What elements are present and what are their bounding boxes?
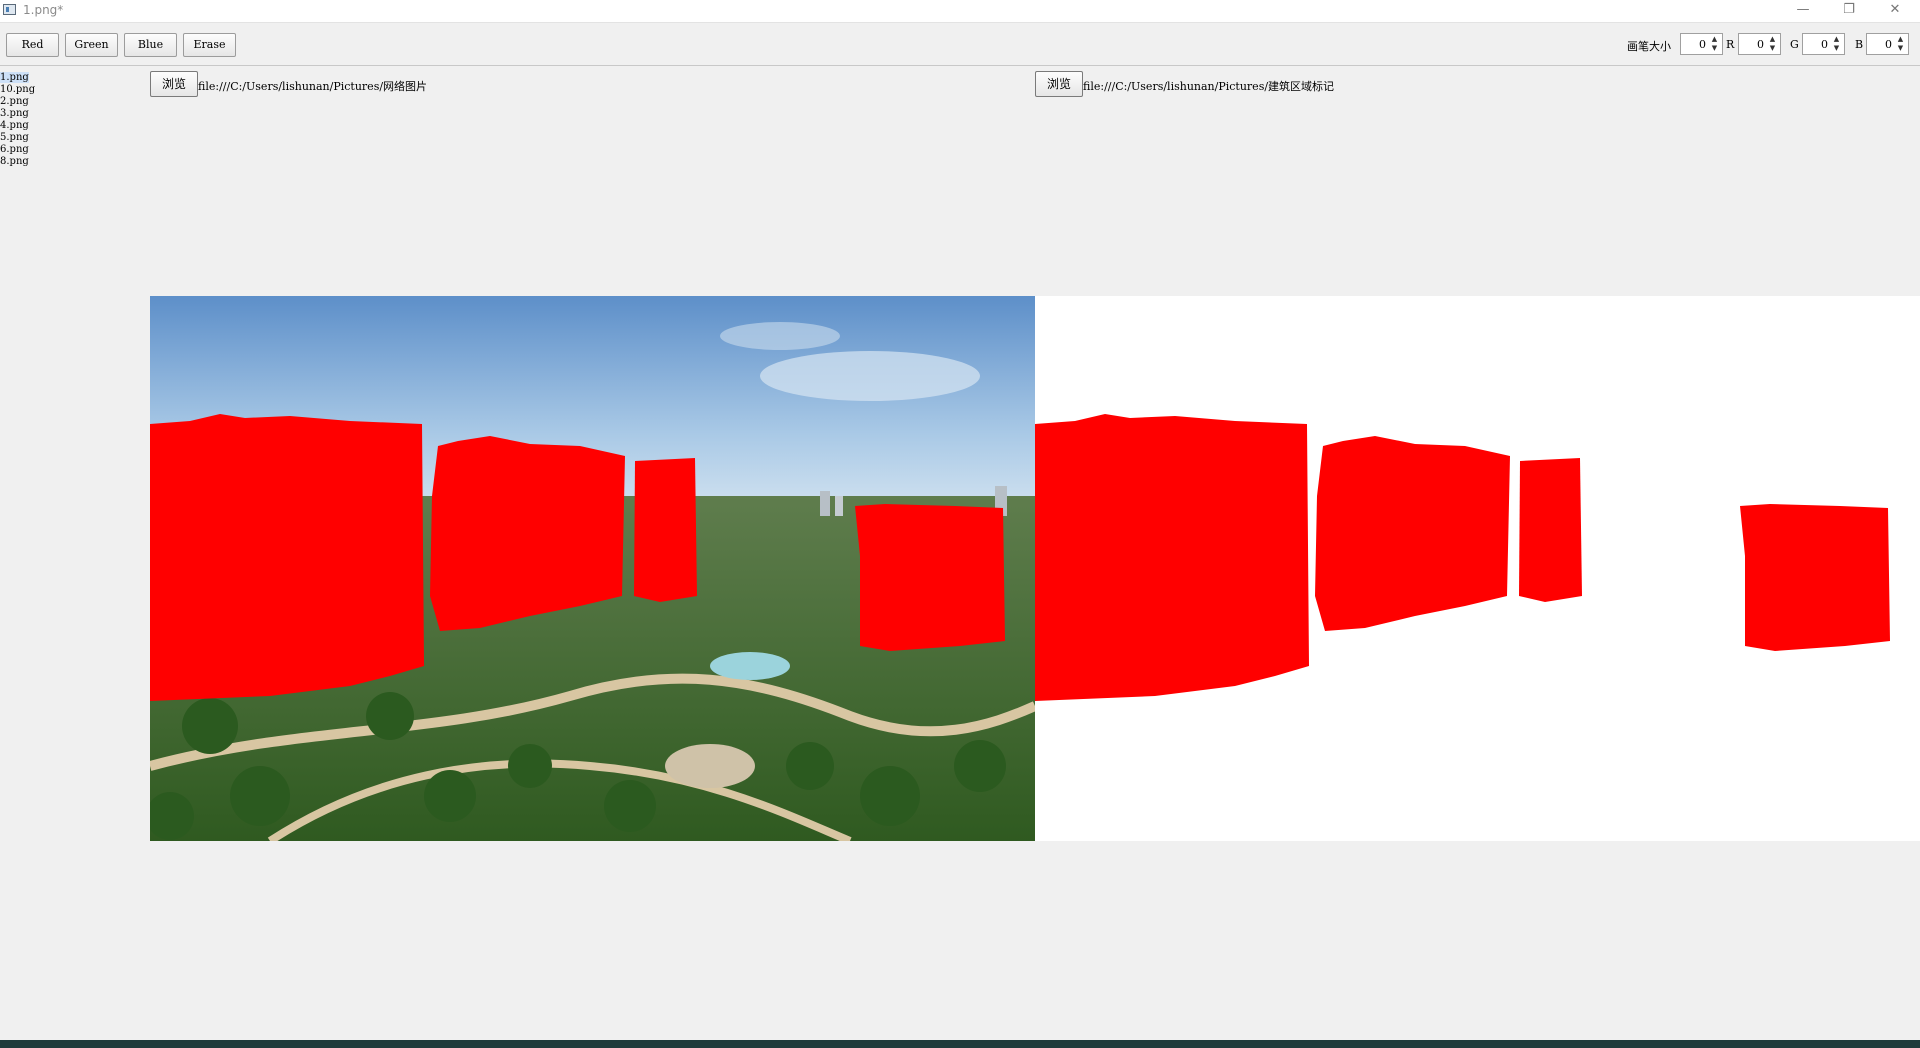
spin-arrows-icon[interactable]: ▲ ▼ <box>1895 35 1906 53</box>
list-item[interactable]: 8.png <box>0 156 140 168</box>
r-spinbox[interactable]: 0 ▲ ▼ <box>1738 33 1781 55</box>
list-item[interactable]: 5.png <box>0 132 140 144</box>
r-label: R <box>1726 38 1735 51</box>
distant-building <box>835 496 843 516</box>
browse-button-right[interactable]: 浏览 <box>1035 71 1083 97</box>
r-value: 0 <box>1757 38 1764 51</box>
plaza <box>665 744 755 788</box>
taskbar <box>0 1040 1920 1048</box>
cloud <box>720 322 840 350</box>
cloud <box>760 351 980 401</box>
b-value: 0 <box>1885 38 1892 51</box>
list-item[interactable]: 4.png <box>0 120 140 132</box>
right-path-label: file:///C:/Users/lishunan/Pictures/建筑区域标… <box>1083 80 1335 93</box>
spin-arrows-icon[interactable]: ▲ ▼ <box>1767 35 1778 53</box>
blue-button[interactable]: Blue <box>124 33 177 57</box>
left-path-label: file:///C:/Users/lishunan/Pictures/网络图片 <box>198 80 428 93</box>
b-label: B <box>1855 38 1864 51</box>
pond <box>710 652 790 680</box>
close-button[interactable]: ✕ <box>1872 0 1918 22</box>
green-button[interactable]: Green <box>65 33 118 57</box>
brush-size-spinbox[interactable]: 0 ▲ ▼ <box>1680 33 1723 55</box>
toolbar: Red Green Blue Erase 画笔大小 0 ▲ ▼ R 0 ▲ ▼ G … <box>0 23 1920 66</box>
source-image-canvas <box>150 296 1035 841</box>
building-mask <box>1035 414 1890 701</box>
source-image[interactable] <box>150 296 1035 841</box>
spin-arrows-icon[interactable]: ▲ ▼ <box>1709 35 1720 53</box>
app-icon <box>3 4 16 15</box>
g-spinbox[interactable]: 0 ▲ ▼ <box>1802 33 1845 55</box>
distant-building <box>820 491 830 516</box>
red-button[interactable]: Red <box>6 33 59 57</box>
mask-image-canvas <box>1035 414 1890 701</box>
title-bar: 1.png* — ❐ ✕ <box>0 0 1920 23</box>
restore-button[interactable]: ❐ <box>1826 0 1872 22</box>
brush-size-label: 画笔大小 <box>1627 40 1671 53</box>
list-item[interactable]: 3.png <box>0 108 140 120</box>
spin-arrows-icon[interactable]: ▲ ▼ <box>1831 35 1842 53</box>
g-value: 0 <box>1821 38 1828 51</box>
b-spinbox[interactable]: 0 ▲ ▼ <box>1866 33 1909 55</box>
mask-image[interactable] <box>1035 296 1920 841</box>
window-title: 1.png* <box>23 3 64 17</box>
list-item[interactable]: 2.png <box>0 96 140 108</box>
erase-button[interactable]: Erase <box>183 33 236 57</box>
minimize-button[interactable]: — <box>1780 0 1826 22</box>
g-label: G <box>1790 38 1799 51</box>
list-item[interactable]: 10.png <box>0 84 140 96</box>
brush-size-value: 0 <box>1699 38 1706 51</box>
list-item[interactable]: 1.png <box>0 72 140 84</box>
file-list: 1.png 10.png 2.png 3.png 4.png 5.png 6.p… <box>0 72 140 168</box>
browse-button-left[interactable]: 浏览 <box>150 71 198 97</box>
list-item[interactable]: 6.png <box>0 144 140 156</box>
